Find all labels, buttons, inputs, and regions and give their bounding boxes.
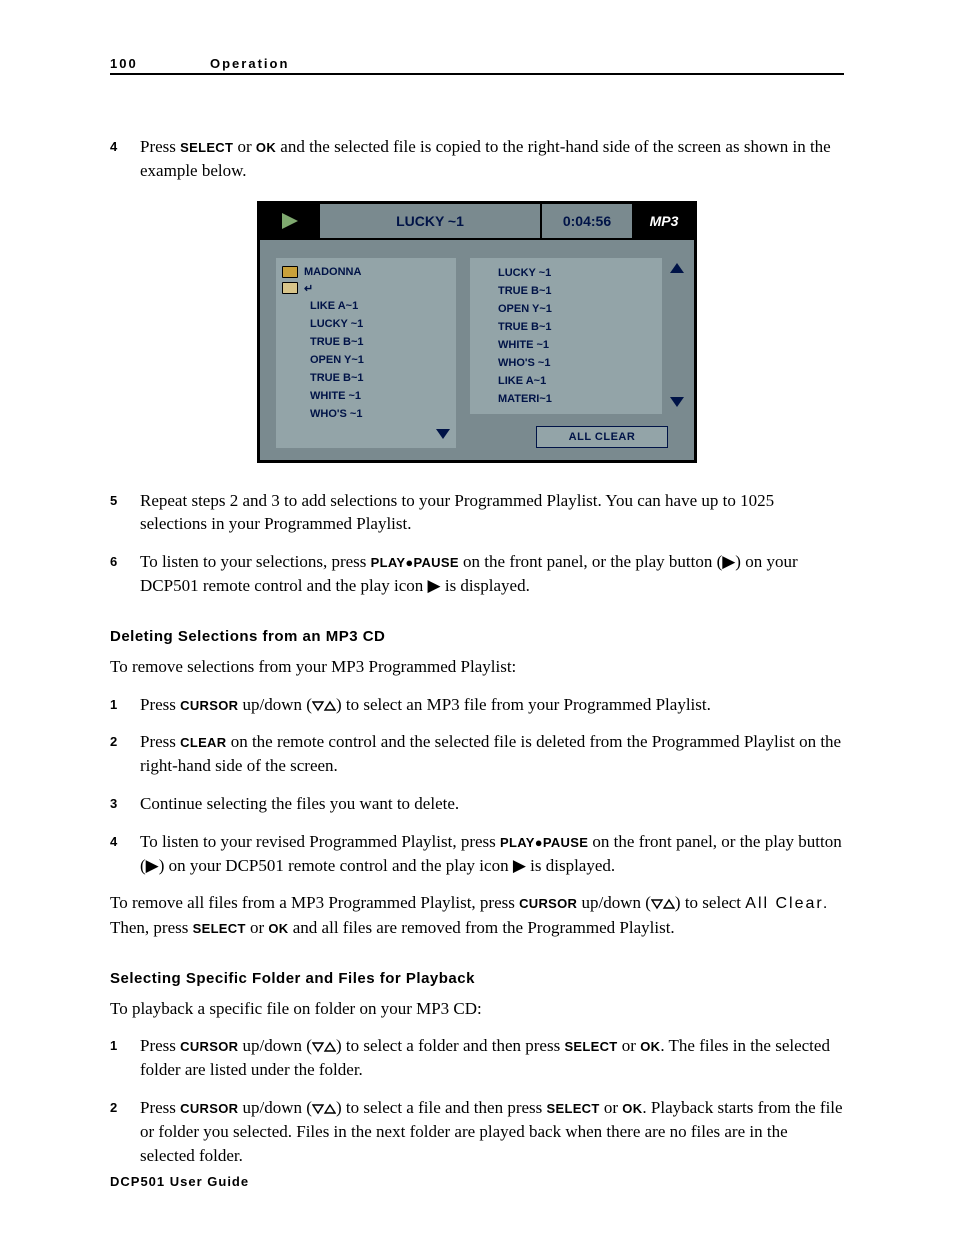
del-step-1: 1 Press CURSOR up/down () to select an M… bbox=[110, 693, 844, 717]
step-body: To listen to your revised Programmed Pla… bbox=[140, 830, 844, 878]
step-num: 5 bbox=[110, 489, 140, 537]
list-item: LIKE A~1 bbox=[476, 372, 656, 390]
mp3-badge: MP3 bbox=[634, 204, 694, 238]
deleting-allclear: To remove all files from a MP3 Programme… bbox=[110, 891, 844, 939]
list-item: LUCKY ~1 bbox=[476, 264, 656, 282]
list-item: WHO'S ~1 bbox=[282, 405, 450, 423]
list-item: TRUE B~1 bbox=[476, 282, 656, 300]
list-item: WHITE ~1 bbox=[476, 336, 656, 354]
step-5: 5 Repeat steps 2 and 3 to add selections… bbox=[110, 489, 844, 537]
page-number: 100 bbox=[110, 56, 210, 71]
list-item: MATERI~1 bbox=[476, 390, 656, 408]
list-item: OPEN Y~1 bbox=[476, 300, 656, 318]
list-item: LIKE A~1 bbox=[282, 297, 450, 315]
screenshot-illustration: LUCKY ~1 0:04:56 MP3 MADONNA ↵ LIKE A~1L… bbox=[110, 201, 844, 463]
step-body: Press CURSOR up/down () to select a file… bbox=[140, 1096, 844, 1167]
now-playing-title: LUCKY ~1 bbox=[320, 204, 542, 238]
folder-icon bbox=[282, 266, 298, 278]
list-item: WHITE ~1 bbox=[282, 387, 450, 405]
all-clear-button: ALL CLEAR bbox=[536, 426, 668, 448]
selecting-heading: Selecting Specific Folder and Files for … bbox=[110, 970, 844, 987]
step-body: Press CLEAR on the remote control and th… bbox=[140, 730, 844, 778]
step-num: 1 bbox=[110, 1034, 140, 1082]
updown-icon bbox=[651, 898, 675, 910]
list-item: TRUE B~1 bbox=[282, 333, 450, 351]
step-num: 6 bbox=[110, 550, 140, 598]
list-item: TRUE B~1 bbox=[282, 369, 450, 387]
back-arrow: ↵ bbox=[304, 282, 313, 295]
left-pane: MADONNA ↵ LIKE A~1LUCKY ~1TRUE B~1OPEN Y… bbox=[276, 258, 456, 448]
list-item: OPEN Y~1 bbox=[282, 351, 450, 369]
scroll-down-icon bbox=[670, 394, 684, 412]
folder-name: MADONNA bbox=[304, 266, 361, 278]
play-icon bbox=[260, 204, 320, 238]
scroll-down-icon bbox=[436, 426, 450, 444]
folder-row: MADONNA bbox=[282, 264, 450, 280]
del-step-4: 4 To listen to your revised Programmed P… bbox=[110, 830, 844, 878]
folder-open-icon bbox=[282, 282, 298, 294]
step-4: 4 Press SELECT or OK and the selected fi… bbox=[110, 135, 844, 183]
updown-icon bbox=[312, 1103, 336, 1115]
step-6: 6 To listen to your selections, press PL… bbox=[110, 550, 844, 598]
scroll-up-icon bbox=[670, 260, 684, 278]
step-num: 3 bbox=[110, 792, 140, 816]
step-num: 2 bbox=[110, 1096, 140, 1167]
step-body: Continue selecting the files you want to… bbox=[140, 792, 844, 816]
sel-step-2: 2 Press CURSOR up/down () to select a fi… bbox=[110, 1096, 844, 1167]
list-item: TRUE B~1 bbox=[476, 318, 656, 336]
step-num: 4 bbox=[110, 830, 140, 878]
footer: DCP501 User Guide bbox=[110, 1174, 249, 1189]
right-pane: LUCKY ~1TRUE B~1OPEN Y~1TRUE B~1WHITE ~1… bbox=[470, 258, 686, 448]
step-body: To listen to your selections, press PLAY… bbox=[140, 550, 844, 598]
section-name: Operation bbox=[210, 56, 289, 71]
selecting-intro: To playback a specific file on folder on… bbox=[110, 997, 844, 1021]
back-row: ↵ bbox=[282, 280, 450, 297]
step-num: 1 bbox=[110, 693, 140, 717]
step-num: 4 bbox=[110, 135, 140, 183]
list-item: WHO'S ~1 bbox=[476, 354, 656, 372]
page-header: 100 Operation bbox=[110, 56, 844, 75]
elapsed-time: 0:04:56 bbox=[542, 204, 634, 238]
step-num: 2 bbox=[110, 730, 140, 778]
updown-icon bbox=[312, 700, 336, 712]
del-step-3: 3 Continue selecting the files you want … bbox=[110, 792, 844, 816]
step-body: Press SELECT or OK and the selected file… bbox=[140, 135, 844, 183]
list-item: LUCKY ~1 bbox=[282, 315, 450, 333]
step-body: Press CURSOR up/down () to select an MP3… bbox=[140, 693, 844, 717]
del-step-2: 2 Press CLEAR on the remote control and … bbox=[110, 730, 844, 778]
step-body: Repeat steps 2 and 3 to add selections t… bbox=[140, 489, 844, 537]
deleting-intro: To remove selections from your MP3 Progr… bbox=[110, 655, 844, 679]
deleting-heading: Deleting Selections from an MP3 CD bbox=[110, 628, 844, 645]
sel-step-1: 1 Press CURSOR up/down () to select a fo… bbox=[110, 1034, 844, 1082]
updown-icon bbox=[312, 1041, 336, 1053]
step-body: Press CURSOR up/down () to select a fold… bbox=[140, 1034, 844, 1082]
